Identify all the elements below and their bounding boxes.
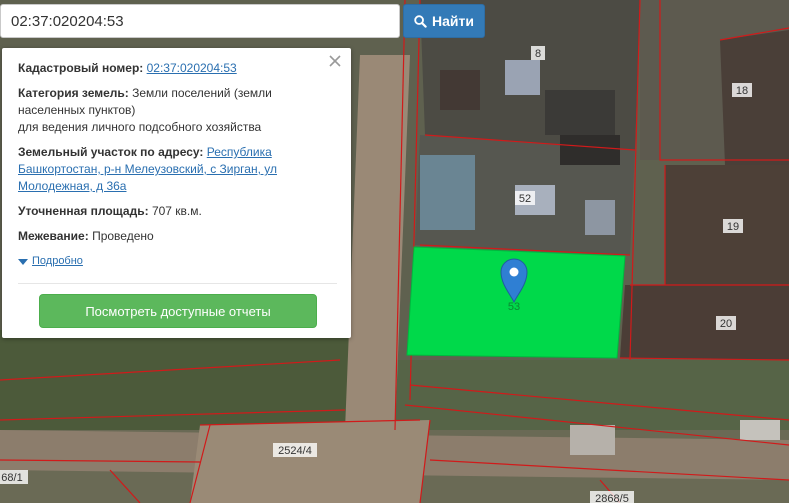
cadastral-number-link[interactable]: 02:37:020204:53 bbox=[147, 61, 237, 75]
search-button[interactable]: Найти bbox=[403, 4, 485, 38]
parcel-label-19: 19 bbox=[723, 219, 743, 233]
parcel-label-2524-4: 2524/4 bbox=[273, 443, 317, 457]
search-bar bbox=[0, 4, 400, 38]
survey-value: Проведено bbox=[92, 229, 154, 243]
parcel-label-68-1: 68/1 bbox=[0, 470, 28, 484]
land-category-row: Категория земель: Земли поселений (земли… bbox=[18, 85, 339, 136]
details-link[interactable]: Подробно bbox=[32, 253, 83, 270]
view-reports-button[interactable]: Посмотреть доступные отчеты bbox=[39, 294, 317, 328]
land-category-value-2: населенных пунктов) bbox=[18, 103, 136, 117]
svg-text:2524/4: 2524/4 bbox=[278, 445, 312, 457]
survey-row: Межевание: Проведено bbox=[18, 228, 339, 245]
svg-text:18: 18 bbox=[736, 85, 748, 97]
address-row: Земельный участок по адресу: Республика … bbox=[18, 144, 339, 195]
details-toggle[interactable]: Подробно bbox=[18, 253, 339, 270]
address-link-1[interactable]: Республика bbox=[207, 145, 272, 159]
popup-divider bbox=[18, 283, 337, 284]
parcel-info-popup: Кадастровый номер: 02:37:020204:53 Катег… bbox=[2, 48, 351, 338]
svg-text:52: 52 bbox=[519, 193, 531, 205]
svg-text:19: 19 bbox=[727, 221, 739, 233]
cadastral-number-label: Кадастровый номер: bbox=[18, 61, 144, 75]
svg-text:8: 8 bbox=[535, 48, 541, 60]
address-link-3[interactable]: Молодежная, д 36а bbox=[18, 179, 126, 193]
svg-text:20: 20 bbox=[720, 318, 732, 330]
area-value: 707 кв.м. bbox=[151, 204, 202, 218]
cadastral-search-input[interactable] bbox=[0, 4, 400, 38]
close-icon[interactable] bbox=[327, 53, 343, 69]
land-usage-value: для ведения личного подсобного хозяйства bbox=[18, 120, 262, 134]
address-label: Земельный участок по адресу: bbox=[18, 145, 204, 159]
search-button-label: Найти bbox=[432, 13, 474, 29]
triangle-down-icon bbox=[18, 258, 28, 265]
address-link-2[interactable]: Башкортостан, р-н Мелеузовский, с Зирган… bbox=[18, 162, 277, 176]
parcel-label-8: 8 bbox=[531, 46, 545, 60]
cadastral-number-row: Кадастровый номер: 02:37:020204:53 bbox=[18, 60, 339, 77]
parcel-label-2868-5: 2868/5 bbox=[590, 491, 634, 503]
parcel-label-52: 52 bbox=[515, 191, 535, 205]
survey-label: Межевание: bbox=[18, 229, 89, 243]
area-row: Уточненная площадь: 707 кв.м. bbox=[18, 203, 339, 220]
land-category-value: Земли поселений (земли bbox=[132, 86, 272, 100]
land-category-label: Категория земель: bbox=[18, 86, 129, 100]
search-icon bbox=[414, 14, 427, 28]
area-label: Уточненная площадь: bbox=[18, 204, 149, 218]
svg-text:2868/5: 2868/5 bbox=[595, 493, 629, 503]
svg-text:68/1: 68/1 bbox=[1, 472, 22, 484]
parcel-label-20: 20 bbox=[716, 316, 736, 330]
parcel-label-18: 18 bbox=[732, 83, 752, 97]
